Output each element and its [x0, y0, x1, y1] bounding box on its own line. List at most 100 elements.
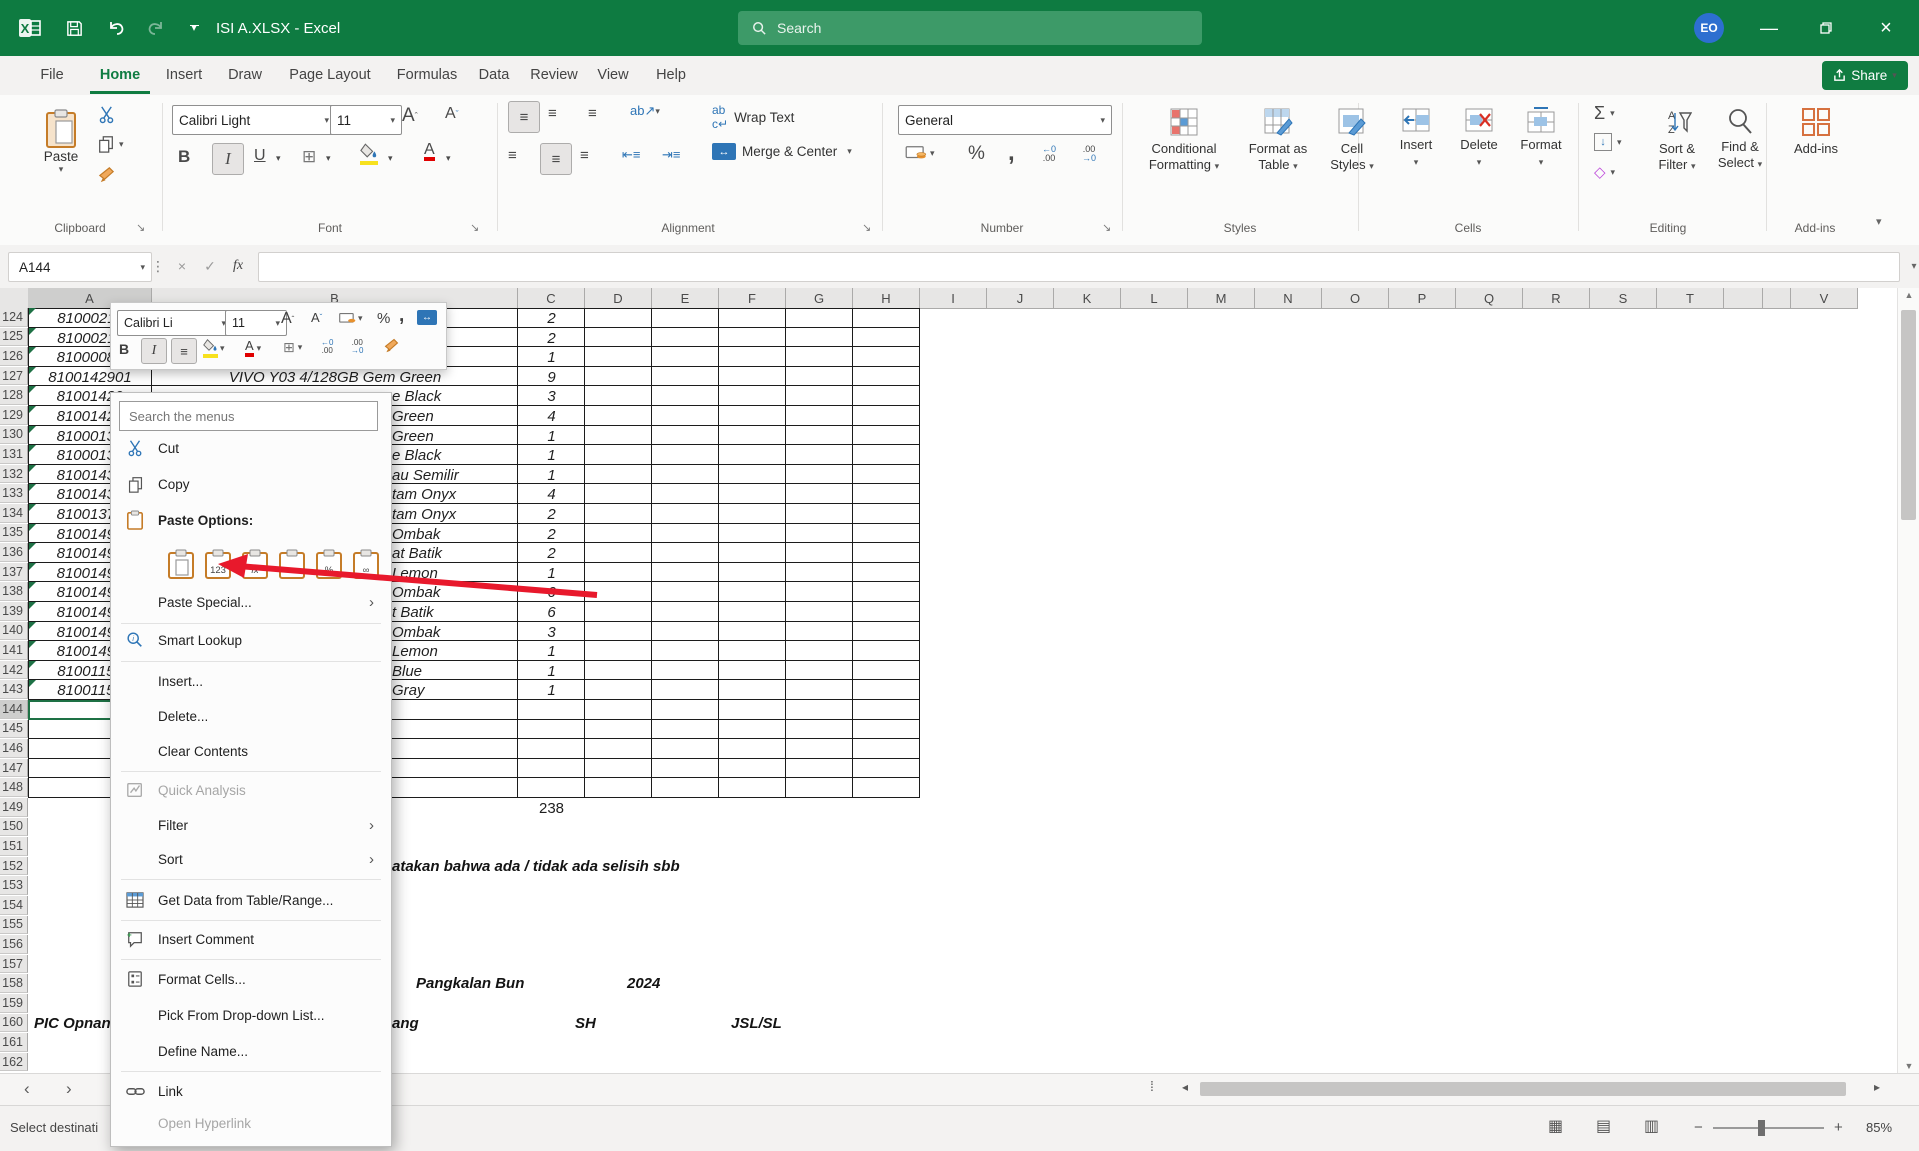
mini-bold-button[interactable]: B	[119, 341, 129, 357]
grid-cell[interactable]	[652, 347, 719, 367]
row-header-134[interactable]: 134	[0, 504, 28, 523]
grid-cell[interactable]	[853, 425, 920, 446]
grid-cell[interactable]	[652, 406, 719, 426]
column-header-j[interactable]: J	[987, 288, 1054, 309]
formula-input[interactable]	[258, 252, 1900, 282]
grid-cell[interactable]	[585, 445, 652, 465]
cell-c142[interactable]: 1	[518, 663, 585, 680]
cell-c125[interactable]: 2	[518, 330, 585, 347]
copy-icon[interactable]: ▾	[97, 135, 124, 153]
grid-cell[interactable]	[719, 366, 786, 387]
grid-cell[interactable]	[853, 680, 920, 700]
grid-cell[interactable]	[652, 758, 719, 779]
grid-cell[interactable]	[652, 660, 719, 681]
grid-cell[interactable]	[585, 543, 652, 563]
cell-b143[interactable]: Gray	[392, 682, 425, 699]
grid-cell[interactable]	[853, 660, 920, 681]
grid-cell[interactable]	[585, 347, 652, 367]
grid-cell[interactable]	[652, 308, 719, 328]
row-header-144[interactable]: 144	[0, 700, 28, 719]
minimize-button[interactable]: —	[1746, 0, 1792, 56]
paste-formulas-button[interactable]: fx	[240, 549, 270, 579]
name-box[interactable]: A144 ▾	[8, 252, 152, 282]
menu-item-insert[interactable]: Insert...	[112, 665, 388, 697]
grid-cell[interactable]	[719, 602, 786, 622]
font-dialog-launcher[interactable]: ↘	[470, 221, 479, 234]
grid-cell[interactable]	[652, 602, 719, 622]
normal-view-icon[interactable]: ▦	[1548, 1116, 1563, 1136]
center-button-active[interactable]: ≡	[540, 143, 572, 175]
share-button[interactable]: Share ▾	[1822, 61, 1908, 90]
grid-cell[interactable]	[652, 719, 719, 740]
fill-color-dropdown[interactable]: ▾	[388, 153, 393, 164]
grid-cell[interactable]	[585, 660, 652, 681]
cell-styles-button[interactable]: Cell Styles ▾	[1322, 107, 1382, 174]
sheet-prev-icon[interactable]: ‹	[24, 1079, 30, 1099]
paste-button[interactable]: Paste ▾	[30, 103, 92, 181]
grid-cell[interactable]	[853, 602, 920, 622]
number-dialog-launcher[interactable]: ↘	[1102, 221, 1111, 234]
grid-cell[interactable]	[585, 778, 652, 798]
search-box[interactable]: Search	[738, 11, 1202, 45]
row-header-155[interactable]: 155	[0, 915, 28, 935]
grid-cell[interactable]	[719, 308, 786, 328]
grid-cell[interactable]	[853, 758, 920, 779]
grid-cell[interactable]	[786, 660, 853, 681]
hscroll-left-icon[interactable]: ◂	[1182, 1080, 1188, 1094]
paste-transpose-button[interactable]: ↪	[277, 549, 307, 579]
grid-cell[interactable]	[853, 386, 920, 406]
cell-c131[interactable]: 1	[518, 447, 585, 464]
row-header-153[interactable]: 153	[0, 876, 28, 895]
number-format-select[interactable]: General ▾	[898, 105, 1112, 135]
cell-c127[interactable]: 9	[518, 369, 585, 386]
mini-borders-icon[interactable]: ⊞ ▾	[283, 339, 302, 356]
paste-formatting-button[interactable]: %	[314, 549, 344, 579]
column-header-h[interactable]: H	[853, 288, 920, 309]
align-left-button[interactable]: ≡	[508, 147, 517, 164]
bold-button[interactable]: B	[178, 147, 190, 167]
cell-b136[interactable]: at Batik	[392, 545, 442, 562]
tab-view[interactable]: View	[584, 56, 642, 94]
grid-cell[interactable]	[853, 641, 920, 661]
cell-c138[interactable]: 6	[518, 584, 585, 601]
menu-item-link[interactable]: Link	[112, 1075, 388, 1107]
cell-b131[interactable]: e Black	[392, 447, 441, 464]
grid-cell[interactable]	[585, 758, 652, 779]
grid-cell[interactable]	[853, 582, 920, 602]
grid-cell[interactable]	[652, 582, 719, 602]
mini-comma-icon[interactable]: ,	[399, 305, 404, 327]
grid-cell[interactable]	[853, 308, 920, 328]
tab-home[interactable]: Home	[88, 56, 152, 94]
grid-cell[interactable]	[719, 523, 786, 544]
column-header-i[interactable]: I	[920, 288, 987, 309]
row-header-156[interactable]: 156	[0, 935, 28, 954]
decrease-decimal-icon[interactable]: .00 →0	[1082, 145, 1096, 163]
cell-c139[interactable]: 6	[518, 604, 585, 621]
row-header-154[interactable]: 154	[0, 896, 28, 915]
customize-qat-icon[interactable]: ▾	[180, 14, 208, 42]
grid-cell[interactable]	[652, 641, 719, 661]
cell-c140[interactable]: 3	[518, 624, 585, 641]
conditional-formatting-button[interactable]: Conditional Formatting ▾	[1138, 107, 1230, 174]
grid-cell[interactable]	[786, 308, 853, 328]
grid-cell[interactable]	[585, 308, 652, 328]
grid-cell[interactable]	[719, 562, 786, 583]
grid-cell[interactable]	[786, 464, 853, 485]
borders-dropdown[interactable]: ▾	[326, 153, 331, 164]
menu-item-paste-options[interactable]: Paste Options:	[112, 504, 388, 536]
grid-cell[interactable]	[786, 582, 853, 602]
column-header-m[interactable]: M	[1188, 288, 1255, 309]
grid-cell[interactable]	[786, 484, 853, 504]
grid-cell[interactable]	[585, 386, 652, 406]
menu-item-cut[interactable]: Cut	[112, 432, 388, 464]
grid-cell[interactable]	[585, 602, 652, 622]
column-header-f[interactable]: F	[719, 288, 786, 309]
column-header-e[interactable]: E	[652, 288, 719, 309]
menu-item-copy[interactable]: Copy	[112, 468, 388, 500]
underline-dropdown[interactable]: ▾	[276, 153, 281, 164]
grid-cell[interactable]	[652, 621, 719, 642]
top-align-button-active[interactable]: ≡	[508, 101, 540, 133]
font-color-icon[interactable]: A	[424, 142, 435, 161]
grid-cell[interactable]	[652, 366, 719, 387]
grid-cell[interactable]	[652, 562, 719, 583]
